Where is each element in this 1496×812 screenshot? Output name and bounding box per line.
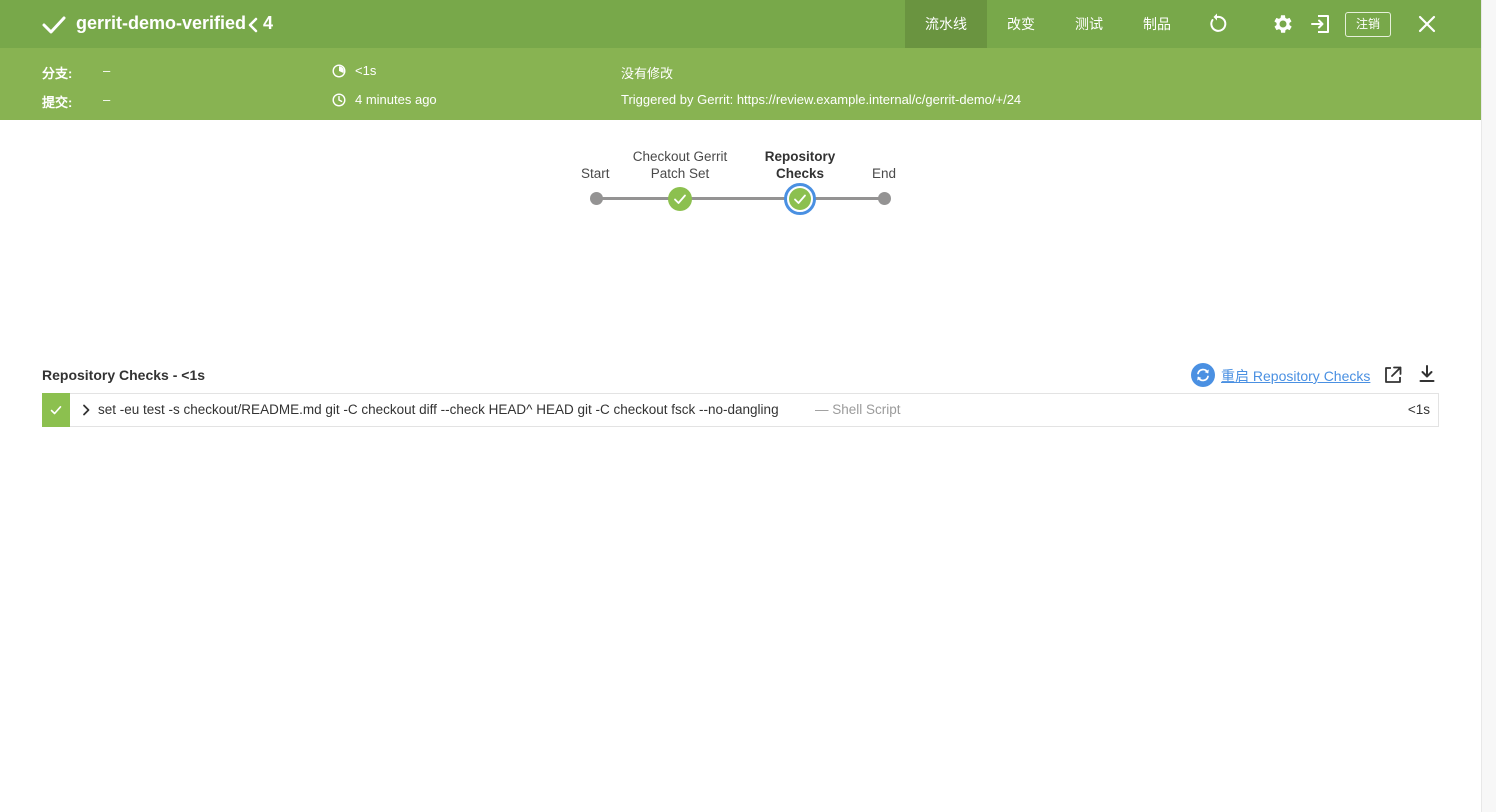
step-detail-title: Repository Checks - <1s xyxy=(42,367,206,383)
stage-label-start: Start xyxy=(581,166,610,181)
run-tabs: 流水线 改变 测试 制品 xyxy=(905,0,1191,48)
branch-label: 分支: xyxy=(42,66,73,81)
run-cause: Triggered by Gerrit: https://review.exam… xyxy=(621,92,1022,107)
stage-node-end xyxy=(878,192,891,205)
stage-label-end: End xyxy=(872,166,897,181)
run-duration: <1s xyxy=(355,63,377,78)
open-log-external-icon[interactable] xyxy=(1383,365,1403,385)
step-type: — Shell Script xyxy=(815,402,901,417)
pipeline-run-view: gerrit-demo-verified 4 流水线 改变 测试 制品 注销 分… xyxy=(0,0,1481,812)
run-summary: 分支: – 提交: – <1s 4 minutes ago 没有修改 Trigg… xyxy=(0,48,1481,120)
chevron-right-icon[interactable] xyxy=(81,404,91,416)
stage-node-checkout[interactable] xyxy=(668,187,692,211)
download-log-icon[interactable] xyxy=(1417,364,1437,384)
logout-button[interactable]: 注销 xyxy=(1345,12,1391,37)
pipeline-graph: Start Checkout Gerrit Patch Set Reposito… xyxy=(560,140,920,220)
chevron-left-icon xyxy=(248,17,258,33)
restart-stage-icon[interactable] xyxy=(1191,363,1215,387)
run-header: gerrit-demo-verified 4 流水线 改变 测试 制品 注销 xyxy=(0,0,1481,48)
stage-label-checkout: Checkout Gerrit Patch Set xyxy=(632,149,728,181)
clock-icon xyxy=(332,93,346,107)
tab-changes[interactable]: 改变 xyxy=(987,0,1055,48)
tab-artifacts[interactable]: 制品 xyxy=(1123,0,1191,48)
commit-value: – xyxy=(103,92,111,107)
run-start-time: 4 minutes ago xyxy=(355,92,437,107)
tab-tests[interactable]: 测试 xyxy=(1055,0,1123,48)
run-number: 4 xyxy=(263,13,274,33)
branch-value: – xyxy=(103,63,111,78)
tab-pipeline[interactable]: 流水线 xyxy=(905,0,987,48)
gear-icon[interactable] xyxy=(1271,12,1295,36)
scrollbar-track[interactable] xyxy=(1481,0,1496,812)
stage-label-repository-checks: Repository Checks xyxy=(764,149,836,181)
step-row[interactable]: set -eu test -s checkout/README.md git -… xyxy=(42,393,1439,427)
step-duration: <1s xyxy=(1407,402,1430,417)
changes-summary: 没有修改 xyxy=(621,66,674,81)
duration-icon xyxy=(332,64,346,78)
stage-node-start xyxy=(590,192,603,205)
stage-connector xyxy=(596,197,884,200)
commit-label: 提交: xyxy=(42,95,73,110)
step-command: set -eu test -s checkout/README.md git -… xyxy=(98,402,779,417)
pipeline-name[interactable]: gerrit-demo-verified xyxy=(76,13,246,34)
restart-stage-link[interactable]: 重启 Repository Checks xyxy=(1221,366,1370,386)
stage-node-repository-checks[interactable] xyxy=(784,183,816,215)
checkmark-icon xyxy=(674,194,686,204)
rerun-icon[interactable] xyxy=(1205,12,1229,36)
checkmark-icon xyxy=(42,16,66,34)
step-status-success xyxy=(42,393,70,427)
close-icon[interactable] xyxy=(1415,12,1439,36)
exit-icon[interactable] xyxy=(1309,12,1333,36)
checkmark-icon xyxy=(50,406,62,415)
checkmark-icon xyxy=(794,194,806,204)
